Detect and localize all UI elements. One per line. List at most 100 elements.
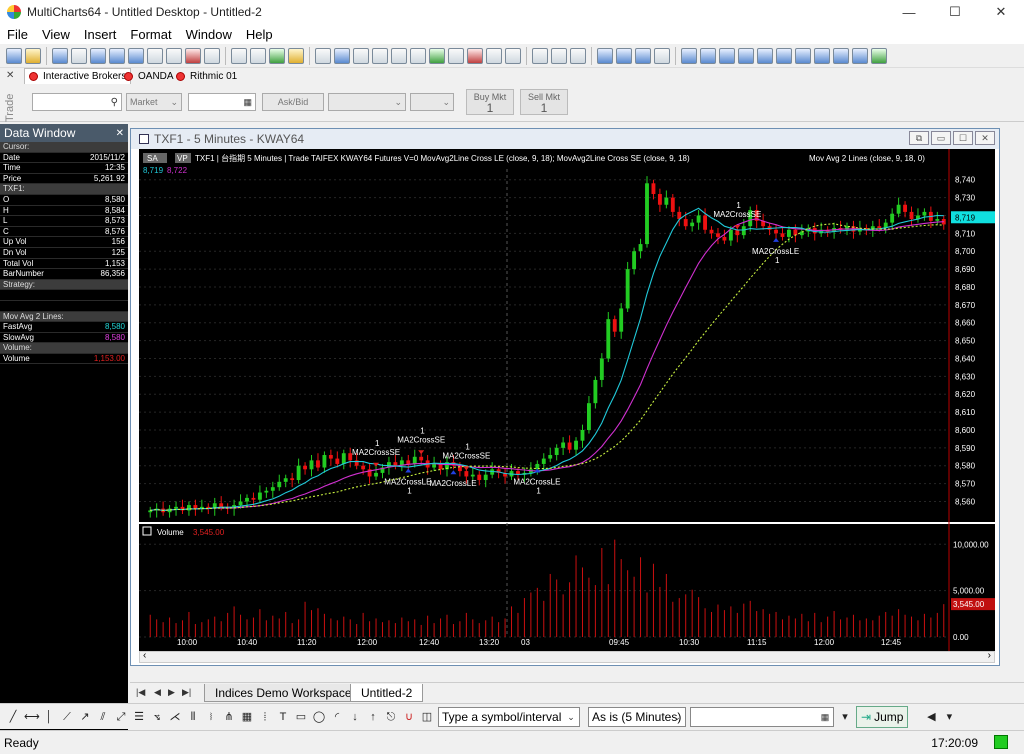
channel-tool-icon[interactable]: ⫽ xyxy=(96,710,110,724)
zoom-out-icon[interactable] xyxy=(833,47,849,64)
magnet-icon[interactable]: ∪ xyxy=(402,710,416,724)
scroll-right-icon[interactable] xyxy=(776,47,792,64)
buy-market-button[interactable]: Buy Mkt 1 xyxy=(466,89,514,115)
order-type-select[interactable]: Market ⌄ xyxy=(126,93,182,111)
chevron-down-icon[interactable]: ⌄ xyxy=(670,709,684,725)
chart-area[interactable]: MA2CrossSE 1 MA2CrossSE 1 MA2CrossSE 1 MA2Cros… xyxy=(139,149,995,651)
order-tracker-icon[interactable] xyxy=(166,47,182,64)
delete-drawings-icon[interactable]: ⎋ xyxy=(384,710,398,724)
arrow-up-tool-icon[interactable]: ↑ xyxy=(366,710,380,724)
cycle-tool-icon[interactable]: ⦀ xyxy=(186,710,200,724)
scroll-back-icon[interactable] xyxy=(700,47,716,64)
jump-options-icon[interactable]: ▾ xyxy=(838,710,852,724)
drawing-options-icon[interactable]: ◫ xyxy=(420,710,434,724)
signal-icon[interactable] xyxy=(429,47,445,64)
indicator-icon[interactable] xyxy=(410,47,426,64)
checkmark-icon[interactable] xyxy=(391,47,407,64)
fan-tool-icon[interactable]: ⋌ xyxy=(168,710,182,724)
rectangle-tool-icon[interactable]: ▭ xyxy=(294,710,308,724)
ask-bid-button[interactable]: Ask/Bid xyxy=(262,93,324,111)
scroll-right-arrow-icon[interactable]: › xyxy=(988,650,991,661)
shift-icon[interactable] xyxy=(795,47,811,64)
chart-layout-button[interactable]: ⧉ xyxy=(909,131,929,145)
insert-study-icon[interactable] xyxy=(231,47,247,64)
toolbar-overflow-icon[interactable]: ▾ xyxy=(942,710,956,724)
broker-tab-ib[interactable]: Interactive Brokers xyxy=(24,68,132,84)
maximize-button[interactable]: ☐ xyxy=(932,0,978,24)
volume-bars-icon[interactable] xyxy=(486,47,502,64)
pointer-icon[interactable] xyxy=(532,47,548,64)
fibonacci-tool-icon[interactable]: ☰ xyxy=(132,710,146,724)
prev-tab-icon[interactable]: ◀ xyxy=(154,687,161,698)
strategy-icon[interactable] xyxy=(269,47,285,64)
price-chart[interactable]: MA2CrossSE1 MA2CrossSE1MA2CrossSE1MA2Cros… xyxy=(139,149,995,651)
trade-bars-icon[interactable] xyxy=(467,47,483,64)
candle-icon[interactable] xyxy=(353,47,369,64)
open-folder-icon[interactable] xyxy=(25,47,41,64)
close-trade-bar-icon[interactable]: ✕ xyxy=(6,70,14,81)
first-tab-icon[interactable]: |◀ xyxy=(136,687,145,698)
vertical-line-tool-icon[interactable]: │ xyxy=(42,710,56,724)
chevron-down-icon[interactable]: ⌄ xyxy=(564,709,578,725)
portfolio-icon[interactable] xyxy=(147,47,163,64)
refresh-icon[interactable] xyxy=(654,47,670,64)
quantity-select[interactable]: ⌄ xyxy=(410,93,454,111)
close-icon[interactable]: ✕ xyxy=(116,128,124,139)
chart-horizontal-scrollbar[interactable]: ‹ › xyxy=(139,650,995,663)
speed-lines-tool-icon[interactable]: ⧘ xyxy=(204,710,218,724)
menu-help[interactable]: Help xyxy=(239,27,280,42)
tile-icon[interactable] xyxy=(635,47,651,64)
arrow-tool-icon[interactable]: ⤢ xyxy=(114,710,128,724)
fit-icon[interactable] xyxy=(852,47,868,64)
text-tool-icon[interactable]: T xyxy=(276,710,290,724)
scroll-left-icon[interactable] xyxy=(681,47,697,64)
resolution-select[interactable]: As is (5 Minutes) ⌄ xyxy=(588,706,686,727)
price-field[interactable]: ▦ xyxy=(188,93,256,111)
menu-window[interactable]: Window xyxy=(179,27,239,42)
trendline-tool-icon[interactable]: ⟋ xyxy=(60,710,74,724)
arrow-down-tool-icon[interactable]: ↓ xyxy=(348,710,362,724)
scroll-back-icon[interactable]: ◀ xyxy=(924,710,938,724)
zoom-icon[interactable] xyxy=(570,47,586,64)
dom-window-icon[interactable] xyxy=(128,47,144,64)
drawing-mode-icon[interactable] xyxy=(288,47,304,64)
workspace-tab-untitled-2[interactable]: Untitled-2 xyxy=(350,684,424,702)
jump-button[interactable]: ⇥ Jump xyxy=(856,705,909,728)
menu-view[interactable]: View xyxy=(35,27,77,42)
print-icon[interactable] xyxy=(71,47,87,64)
chart-maximize-button[interactable]: ☐ xyxy=(953,131,973,145)
layout-icon[interactable] xyxy=(597,47,613,64)
grid-tool-icon[interactable]: ▦ xyxy=(240,710,254,724)
news-icon[interactable] xyxy=(204,47,220,64)
cascade-icon[interactable] xyxy=(616,47,632,64)
bar-chart-icon[interactable] xyxy=(334,47,350,64)
horizontal-line-tool-icon[interactable]: ⟷ xyxy=(24,710,40,724)
next-tab-icon[interactable]: ▶ xyxy=(168,687,175,698)
time-zones-tool-icon[interactable]: ⦙ xyxy=(258,710,272,724)
new-chart-icon[interactable] xyxy=(6,47,22,64)
scanner-window-icon[interactable] xyxy=(109,47,125,64)
menu-format[interactable]: Format xyxy=(123,27,178,42)
symbol-input[interactable]: Type a symbol/interval ⌄ xyxy=(438,706,580,727)
last-tab-icon[interactable]: ▶| xyxy=(182,687,191,698)
line-chart-icon[interactable] xyxy=(372,47,388,64)
menu-file[interactable]: File xyxy=(0,27,35,42)
sell-market-button[interactable]: Sell Mkt 1 xyxy=(520,89,568,115)
line-tool-icon[interactable]: ╱ xyxy=(6,710,20,724)
save-icon[interactable] xyxy=(52,47,68,64)
ray-tool-icon[interactable]: ↗ xyxy=(78,710,92,724)
broker-tab-oanda[interactable]: OANDA xyxy=(120,68,178,84)
cycle-icon[interactable] xyxy=(871,47,887,64)
calendar-icon[interactable]: ▦ xyxy=(818,709,832,725)
workspace-tab-indices-demo[interactable]: Indices Demo Workspace xyxy=(204,684,363,702)
scroll-forward-icon[interactable] xyxy=(757,47,773,64)
symbol-field[interactable]: ⚲ xyxy=(32,93,122,111)
expand-icon[interactable] xyxy=(738,47,754,64)
scroll-left-arrow-icon[interactable]: ‹ xyxy=(143,650,146,661)
chart-close-button[interactable]: ✕ xyxy=(975,131,995,145)
chart-minimize-button[interactable]: ▭ xyxy=(931,131,951,145)
account-select[interactable]: ⌄ xyxy=(328,93,406,111)
histogram-icon[interactable] xyxy=(505,47,521,64)
gann-tool-icon[interactable]: ⦪ xyxy=(150,710,164,724)
menu-insert[interactable]: Insert xyxy=(77,27,124,42)
